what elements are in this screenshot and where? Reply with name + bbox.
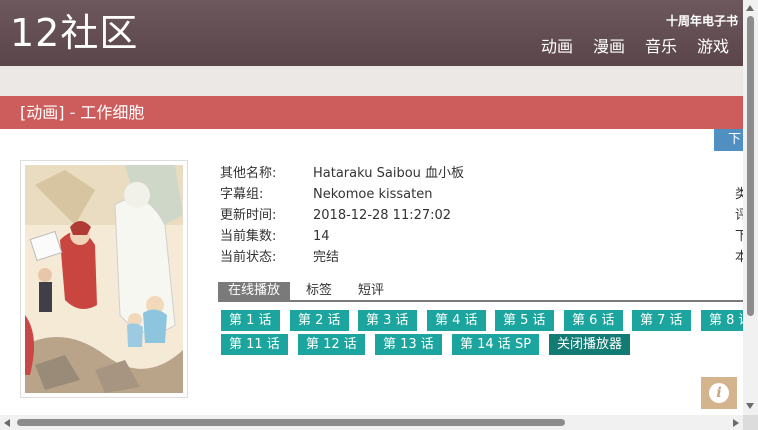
info-label: 字幕组: (220, 187, 264, 202)
episode-button[interactable]: 第 4 话 (427, 310, 486, 331)
info-icon: i (709, 383, 729, 403)
info-row-updated: 更新时间: 2018-12-28 11:27:02 (220, 205, 464, 226)
scroll-left-icon[interactable] (4, 419, 10, 427)
tab-tags[interactable]: 标签 (296, 282, 342, 300)
info-label: 其他名称: (220, 166, 277, 181)
info-value: 完结 (313, 250, 340, 265)
close-player-button[interactable]: 关闭播放器 (549, 334, 631, 355)
ebook-link[interactable]: 十周年电子书 (666, 12, 738, 29)
vertical-scrollbar[interactable] (743, 0, 758, 415)
tab-short-reviews[interactable]: 短评 (348, 282, 394, 300)
header-band (0, 66, 743, 96)
vertical-scroll-thumb[interactable] (747, 16, 754, 316)
tab-online-play[interactable]: 在线播放 (218, 282, 291, 300)
episode-button[interactable]: 第 8 话 (701, 310, 743, 331)
info-button[interactable]: i (701, 377, 737, 409)
info-value: 14 (313, 229, 330, 244)
episode-button[interactable]: 第 1 话 (221, 310, 280, 331)
info-label: 当前状态: (220, 250, 277, 265)
info-label-cut: 评 (735, 208, 743, 223)
scroll-down-icon[interactable] (746, 403, 754, 409)
info-row-episodes: 当前集数: 14 (220, 226, 464, 247)
episode-button[interactable]: 第 13 话 (375, 334, 442, 355)
site-header: 12社区 十周年电子书 动画 漫画 音乐 游戏 (0, 0, 743, 66)
info-label: 当前集数: (220, 229, 277, 244)
episode-button[interactable]: 第 12 话 (298, 334, 365, 355)
info-value: Hataraku Saibou 血小板 (313, 166, 465, 181)
scroll-right-icon[interactable] (733, 419, 739, 427)
horizontal-scrollbar[interactable] (0, 415, 743, 430)
info-label-cut: 下 (735, 229, 743, 244)
info-row-subgroup: 字幕组: Nekomoe kissaten (220, 184, 464, 205)
info-value: 2018-12-28 11:27:02 (313, 208, 452, 223)
poster-artwork (25, 165, 183, 393)
nav-music[interactable]: 音乐 (645, 36, 677, 58)
info-label-cut: 本 (735, 250, 743, 265)
poster-image (20, 160, 188, 398)
info-row-alias: 其他名称: Hataraku Saibou 血小板 (220, 163, 464, 184)
info-label-cut: 类 (735, 187, 743, 202)
episode-button[interactable]: 第 5 话 (495, 310, 554, 331)
nav-anime[interactable]: 动画 (541, 36, 573, 58)
episode-button[interactable]: 第 2 话 (290, 310, 349, 331)
episode-button[interactable]: 第 6 话 (564, 310, 623, 331)
scrollbar-corner (743, 415, 758, 430)
info-value: Nekomoe kissaten (313, 187, 433, 202)
horizontal-scroll-thumb[interactable] (17, 419, 565, 426)
download-button[interactable]: 下 (714, 129, 743, 151)
episode-button[interactable]: 第 14 话 SP (452, 334, 540, 355)
main-nav: 动画 漫画 音乐 游戏 (541, 36, 729, 58)
episode-button[interactable]: 第 7 话 (632, 310, 691, 331)
nav-games[interactable]: 游戏 (697, 36, 729, 58)
episode-button[interactable]: 第 3 话 (358, 310, 417, 331)
content-tabs: 在线播放 标签 短评 (218, 282, 743, 302)
info-label: 更新时间: (220, 208, 277, 223)
scroll-up-icon[interactable] (746, 5, 754, 11)
anime-info: 其他名称: Hataraku Saibou 血小板 字幕组: Nekomoe k… (220, 163, 464, 268)
nav-manga[interactable]: 漫画 (593, 36, 625, 58)
page-title: [动画] - 工作细胞 (0, 96, 743, 129)
site-logo[interactable]: 12社区 (10, 10, 138, 56)
info-row-status: 当前状态: 完结 (220, 247, 464, 268)
episode-button[interactable]: 第 11 话 (221, 334, 288, 355)
